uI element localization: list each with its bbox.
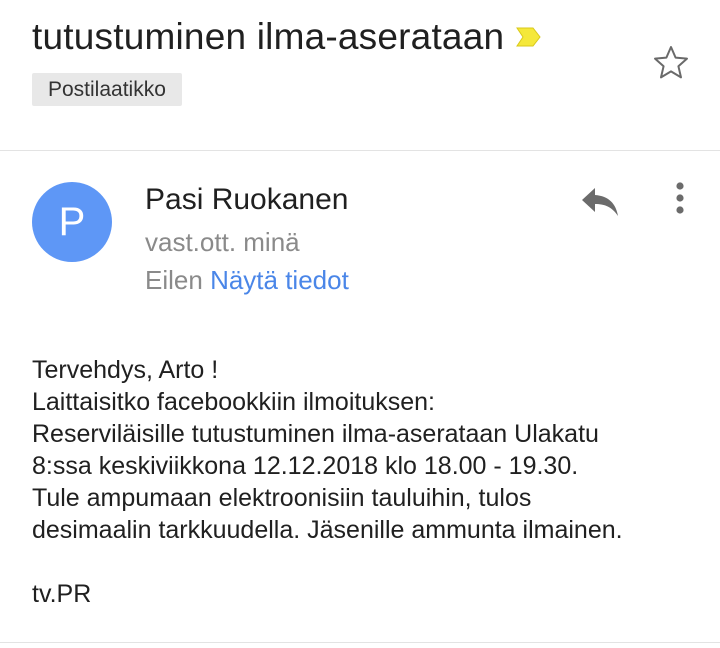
reply-icon[interactable] [578, 180, 622, 220]
message-date: Eilen [145, 265, 203, 295]
star-icon[interactable] [651, 43, 691, 83]
message-body: Tervehdys, Arto ! Laittaisitko facebookk… [32, 354, 702, 610]
body-line: 8:ssa keskiviikkona 12.12.2018 klo 18.00… [32, 452, 579, 480]
message-header: tutustuminen ilma-aserataan Postilaatikk… [0, 0, 720, 150]
footer-divider [0, 642, 720, 643]
body-line-blank [32, 546, 702, 578]
more-vertical-icon[interactable] [664, 180, 696, 220]
body-signature: tv.PR [32, 580, 92, 608]
show-details-link[interactable]: Näytä tiedot [210, 265, 349, 295]
header-divider [0, 150, 720, 151]
avatar[interactable]: P [32, 182, 112, 262]
message-subject: tutustuminen ilma-aserataan [32, 16, 505, 57]
importance-marker-icon[interactable] [516, 26, 542, 48]
body-line: Laittaisitko facebookkiin ilmoituksen: [32, 388, 435, 416]
recipient-line: vast.ott. minä [145, 227, 300, 257]
body-line: Tule ampumaan elektroonisiin tauluihin, … [32, 484, 532, 512]
date-row: Eilen Näytä tiedot [145, 265, 349, 296]
subject-row: tutustuminen ilma-aserataan [32, 14, 542, 60]
sender-name: Pasi Ruokanen [145, 183, 349, 216]
body-line: Reserviläisille tutustuminen ilma-aserat… [32, 420, 599, 448]
body-line: desimaalin tarkkuudella. Jäsenille ammun… [32, 516, 623, 544]
body-line: Tervehdys, Arto ! [32, 356, 219, 384]
label-chip-inbox[interactable]: Postilaatikko [32, 73, 182, 106]
